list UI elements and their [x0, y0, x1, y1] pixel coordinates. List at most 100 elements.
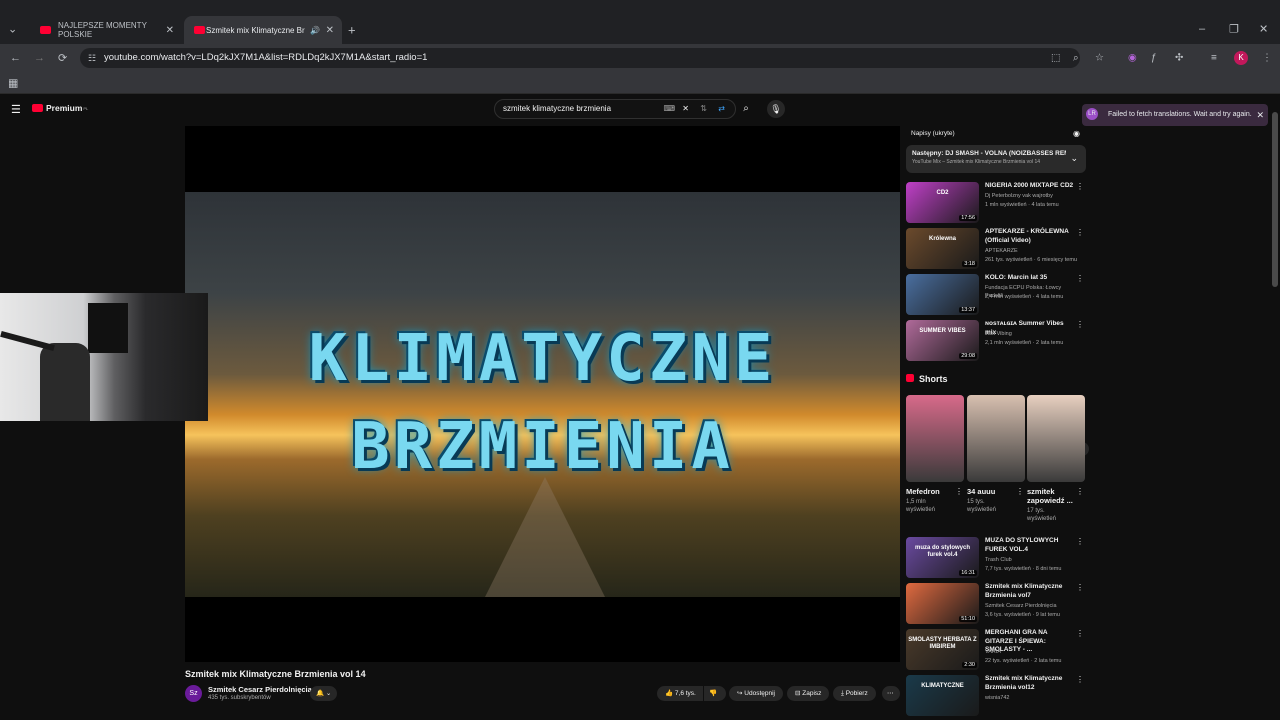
- toast-close-icon[interactable]: ✕: [1256, 104, 1264, 126]
- channel-name[interactable]: Szmitek Cesarz Pierdolnięcia: [208, 685, 312, 694]
- clear-search-icon[interactable]: ✕: [682, 100, 689, 118]
- short-thumbnail[interactable]: [1027, 395, 1085, 482]
- save-button[interactable]: ⊟ Zapisz: [787, 686, 830, 701]
- recommended-channel[interactable]: VARIA: [985, 648, 1080, 656]
- captions-toggle-icon[interactable]: ◉: [1073, 126, 1080, 141]
- url-input[interactable]: ☷ youtube.com/watch?v=LDq2kJX7M1A&list=R…: [80, 48, 1080, 68]
- more-options-icon[interactable]: ⋮: [1016, 487, 1024, 496]
- video-thumbnail[interactable]: SMOLASTY HERBATA Z IMBIREM 2:30: [906, 629, 979, 670]
- short-views: 15 tys.: [967, 499, 985, 505]
- recommended-video[interactable]: muza do stylowych furek vol.4 16:31 MUZA D…: [906, 537, 1086, 581]
- more-options-icon[interactable]: ⋮: [1076, 320, 1084, 329]
- zoom-icon[interactable]: ⌕: [1073, 53, 1079, 64]
- back-icon[interactable]: ←: [10, 52, 21, 64]
- recommended-channel[interactable]: APTEKARZE: [985, 247, 1080, 255]
- more-options-icon[interactable]: ⋮: [1076, 228, 1084, 237]
- video-thumbnail[interactable]: 13:37: [906, 274, 979, 315]
- tab-title: Szmitek mix Klimatyczne Br: [206, 25, 305, 35]
- video-player[interactable]: KLIMATYCZNE BRZMIENIA: [185, 126, 900, 662]
- recommended-channel[interactable]: Dj Peterbolzny vak wajrotby: [985, 192, 1080, 200]
- more-options-icon[interactable]: ⋮: [1076, 487, 1084, 496]
- recommended-meta: 22 tys. wyświetleń · 2 lata temu: [985, 658, 1062, 664]
- recommended-video[interactable]: Królewna 3:18 APTEKARZE - KRÓLEWNA (Offici…: [906, 228, 1086, 272]
- page-scrollbar[interactable]: [1272, 112, 1278, 287]
- recommended-video[interactable]: KLIMATYCZNE Szmitek mix Klimatyczne Brzmi…: [906, 675, 1086, 719]
- recommended-channel[interactable]: Trash Club: [985, 556, 1080, 564]
- video-thumbnail[interactable]: 51:10: [906, 583, 979, 624]
- short-thumbnail[interactable]: [906, 395, 964, 482]
- new-tab-icon[interactable]: +: [348, 23, 356, 38]
- dislike-button[interactable]: 👎: [704, 686, 726, 701]
- up-next-panel[interactable]: Następny: DJ SMASH - VOLNA (NOIZBASSES R…: [906, 145, 1086, 173]
- recommended-channel[interactable]: Just Vibing: [985, 330, 1080, 338]
- video-thumbnail[interactable]: CD2 17:56: [906, 182, 979, 223]
- video-thumbnail[interactable]: SUMMER VIBES 29:08: [906, 320, 979, 361]
- maximize-icon[interactable]: ❐: [1229, 23, 1239, 36]
- short-views: wyświetleń: [967, 507, 997, 513]
- recommended-title[interactable]: MUZA DO STYLOWYCH FUREK VOL.4: [985, 537, 1075, 554]
- more-options-icon[interactable]: ⋮: [1076, 274, 1084, 283]
- more-options-icon[interactable]: ⋮: [955, 487, 963, 496]
- bookmark-star-icon[interactable]: ☆: [1095, 53, 1104, 64]
- more-options-icon[interactable]: ⋮: [1076, 583, 1084, 592]
- translate-search-icon[interactable]: ⇄: [718, 100, 725, 118]
- video-thumbnail[interactable]: muza do stylowych furek vol.4 16:31: [906, 537, 979, 578]
- translator-extension-icon: LR: [1086, 108, 1098, 120]
- close-tab-icon[interactable]: ✕: [166, 25, 174, 36]
- channel-avatar[interactable]: Sz: [185, 685, 202, 702]
- recommended-video[interactable]: CD2 17:56 NIGERIA 2000 MIXTAPE CD2 Dj Peter…: [906, 182, 1086, 226]
- short-title[interactable]: 34 auuu: [967, 487, 1015, 496]
- install-app-icon[interactable]: ⬚: [1051, 53, 1060, 64]
- search-button[interactable]: ⌕: [736, 99, 756, 119]
- recommended-title[interactable]: APTEKARZE - KRÓLEWNA (Official Video): [985, 228, 1075, 245]
- forward-icon[interactable]: →: [34, 52, 45, 64]
- recommended-channel[interactable]: Szmitek Cesarz Pierdolnięcia: [985, 602, 1080, 610]
- recommended-title[interactable]: Szmitek mix Klimatyczne Brzmienia vol12: [985, 675, 1075, 692]
- recommended-title[interactable]: Szmitek mix Klimatyczne Brzmienia vol7: [985, 583, 1075, 600]
- minimize-icon[interactable]: –: [1199, 23, 1205, 35]
- short-title[interactable]: Mefedron: [906, 487, 954, 496]
- recommended-title[interactable]: NIGERIA 2000 MIXTAPE CD2: [985, 182, 1075, 191]
- extension-search-icon[interactable]: ⇅: [700, 100, 707, 118]
- share-button[interactable]: ↪ Udostępnij: [729, 686, 783, 701]
- more-options-icon[interactable]: ⋮: [1076, 182, 1084, 191]
- short-title[interactable]: szmitek zapowiedź ...: [1027, 487, 1075, 505]
- media-controls-icon[interactable]: ≡: [1211, 53, 1217, 64]
- youtube-logo[interactable]: Premium PL: [32, 103, 88, 113]
- recommended-title[interactable]: KOLO: Marcin lat 35: [985, 274, 1075, 283]
- keyboard-icon[interactable]: ⌨: [663, 100, 675, 118]
- window-close-icon[interactable]: ✕: [1259, 23, 1268, 36]
- tab-najlepsze[interactable]: NAJLEPSZE MOMENTY POLSKIE ✕: [26, 18, 182, 42]
- voice-search-button[interactable]: 🎙: [767, 100, 785, 118]
- profile-avatar[interactable]: K: [1234, 51, 1248, 65]
- recommended-video[interactable]: SMOLASTY HERBATA Z IMBIREM 2:30 MERGHANI G…: [906, 629, 1086, 673]
- recommended-video[interactable]: SUMMER VIBES 29:08 ɴᴏsᴛᴀʟɢɪᴀ Summer Vibes …: [906, 320, 1086, 364]
- audio-playing-icon[interactable]: 🔊: [310, 26, 320, 35]
- site-info-icon[interactable]: ☷: [88, 48, 96, 68]
- recommended-video[interactable]: 13:37 KOLO: Marcin lat 35 Fundacja ECPU Po…: [906, 274, 1086, 318]
- more-options-icon[interactable]: ⋮: [1076, 675, 1084, 684]
- reload-icon[interactable]: ⟳: [58, 52, 67, 65]
- more-options-icon[interactable]: ⋮: [1076, 537, 1084, 546]
- extension-f-icon[interactable]: ƒ: [1151, 53, 1157, 64]
- apps-grid-icon[interactable]: ▦: [8, 76, 18, 89]
- close-tab-icon[interactable]: ✕: [326, 25, 334, 36]
- expand-chevron-icon[interactable]: ⌄: [1070, 153, 1078, 164]
- tab-search-icon[interactable]: ⌄: [8, 23, 17, 36]
- tab-szmitek[interactable]: Szmitek mix Klimatyczne Br 🔊 ✕: [184, 16, 342, 44]
- like-button[interactable]: 👍 7,6 tys.: [657, 686, 703, 701]
- recommended-video[interactable]: 51:10 Szmitek mix Klimatyczne Brzmienia v…: [906, 583, 1086, 627]
- short-thumbnail[interactable]: [967, 395, 1025, 482]
- search-input[interactable]: szmitek klimatyczne brzmienia ⌨ ✕ ⇅ ⇄: [494, 99, 736, 119]
- extensions-puzzle-icon[interactable]: ✣: [1175, 53, 1183, 64]
- video-thumbnail[interactable]: KLIMATYCZNE: [906, 675, 979, 716]
- notifications-bell-button[interactable]: 🔔 ⌄: [310, 686, 338, 701]
- more-actions-button[interactable]: ⋯: [882, 686, 900, 701]
- recommended-channel[interactable]: wisnia742: [985, 694, 1080, 702]
- download-button[interactable]: ⤓ Pobierz: [833, 686, 876, 701]
- browser-menu-icon[interactable]: ⋮: [1262, 53, 1272, 64]
- extension-translate-icon[interactable]: ◉: [1128, 53, 1137, 64]
- more-options-icon[interactable]: ⋮: [1076, 629, 1084, 638]
- hamburger-menu-icon[interactable]: ☰: [11, 103, 21, 116]
- video-thumbnail[interactable]: Królewna 3:18: [906, 228, 979, 269]
